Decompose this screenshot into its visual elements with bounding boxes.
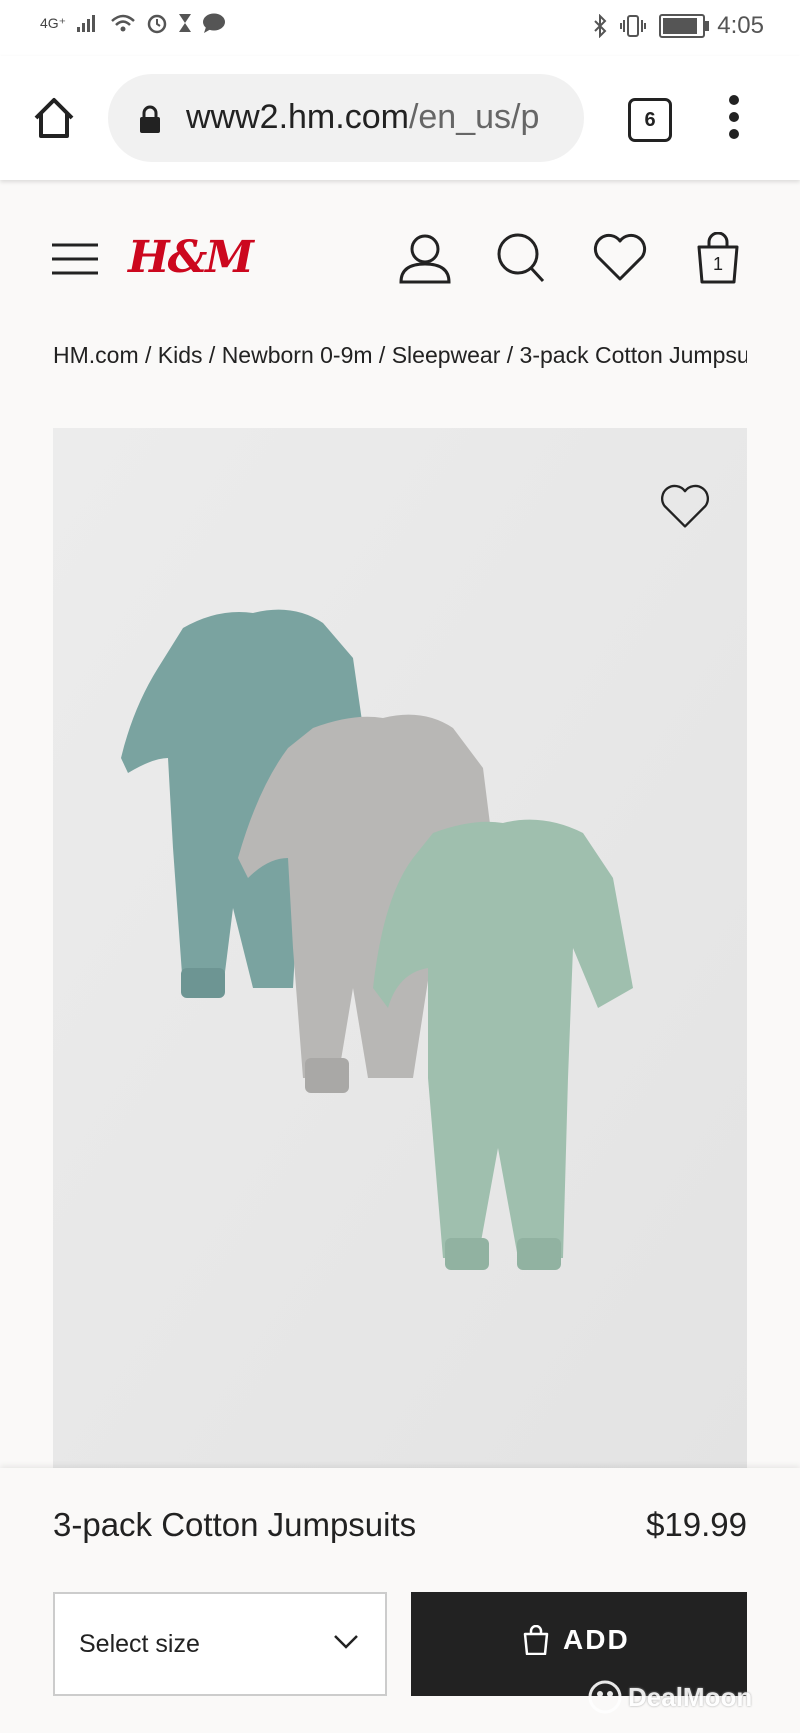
lock-icon <box>140 105 160 133</box>
account-icon[interactable] <box>398 232 452 284</box>
favorites-icon[interactable] <box>592 232 648 282</box>
menu-icon[interactable] <box>52 242 98 276</box>
vibrate-icon <box>620 15 647 37</box>
breadcrumb[interactable]: HM.com / Kids / Newborn 0-9m / Sleepwear… <box>53 342 747 369</box>
hourglass-icon <box>179 14 192 32</box>
dealmoon-watermark: DealMoon <box>588 1680 752 1714</box>
address-bar[interactable]: www2.hm.com/en_us/p <box>108 74 584 162</box>
browser-toolbar: www2.hm.com/en_us/p 6 <box>0 56 800 180</box>
size-select[interactable]: Select size <box>53 1592 387 1696</box>
dealmoon-logo-icon <box>588 1680 622 1714</box>
product-price: $19.99 <box>646 1506 747 1543</box>
tab-switcher-button[interactable]: 6 <box>628 98 672 142</box>
wifi-icon <box>111 14 135 32</box>
cart-count: 1 <box>712 254 723 274</box>
add-button-content: ADD <box>523 1624 630 1656</box>
signal-icon <box>77 15 96 32</box>
network-type: 4G⁺ <box>40 14 67 31</box>
status-icons-left: 4G⁺ <box>40 12 226 34</box>
chevron-down-icon <box>334 1635 358 1649</box>
size-select-label: Select size <box>79 1630 200 1658</box>
bluetooth-icon <box>594 14 607 38</box>
url-host: www2.hm.com <box>186 98 409 136</box>
status-bar: 4G⁺ 4:05 <box>0 0 800 56</box>
alarm-icon <box>147 14 167 34</box>
clock: 4:05 <box>717 12 764 39</box>
more-options-icon[interactable] <box>728 94 740 140</box>
product-image[interactable] <box>53 428 747 1468</box>
tab-count: 6 <box>644 109 656 131</box>
search-icon[interactable] <box>496 232 546 284</box>
product-title: 3-pack Cotton Jumpsuits <box>53 1506 417 1543</box>
cart-button[interactable]: 1 <box>696 232 740 284</box>
url-text: www2.hm.com/en_us/p <box>186 98 539 137</box>
url-path: /en_us/p <box>408 98 540 136</box>
product-photo-jumpsuits <box>53 428 747 1468</box>
message-icon <box>203 13 226 33</box>
status-icons-right: 4:05 <box>593 12 764 40</box>
hm-logo[interactable]: H&M <box>128 232 254 283</box>
add-to-favorites-icon[interactable] <box>659 482 711 530</box>
watermark-text: DealMoon <box>628 1681 753 1712</box>
site-header: H&M 1 <box>0 180 800 340</box>
shopping-bag-icon <box>523 1625 549 1655</box>
battery-icon <box>659 14 710 38</box>
add-button-label: ADD <box>563 1624 630 1655</box>
home-icon[interactable] <box>30 94 78 142</box>
